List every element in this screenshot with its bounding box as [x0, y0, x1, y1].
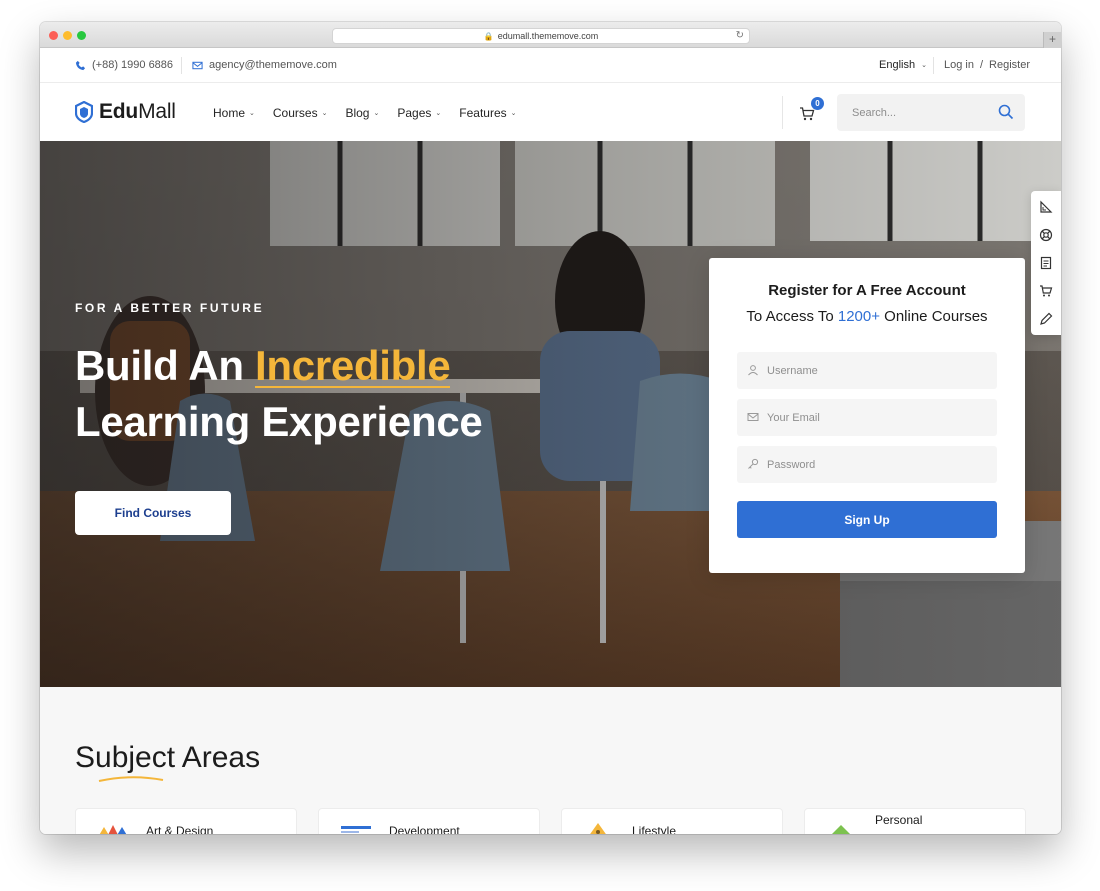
- cart-button[interactable]: 0: [799, 97, 824, 124]
- mail-icon: [192, 61, 203, 69]
- minimize-window-button[interactable]: [63, 31, 72, 40]
- register-title: Register for A Free Account: [768, 282, 966, 299]
- cart-count-badge: 0: [811, 97, 824, 110]
- find-courses-button[interactable]: Find Courses: [75, 491, 231, 535]
- document-icon[interactable]: [1039, 256, 1053, 270]
- nav-item-features[interactable]: Features ⌄: [459, 106, 516, 120]
- logo-shield-icon: [75, 101, 93, 123]
- art-design-icon: [99, 825, 127, 834]
- nav-label: Home: [213, 106, 246, 120]
- main-nav: Home ⌄ Courses ⌄ Blog ⌄ Pages ⌄ Features ⌄: [213, 106, 517, 120]
- sign-up-button[interactable]: Sign Up: [737, 501, 997, 538]
- subject-card-development[interactable]: Development: [318, 808, 540, 834]
- title-underline-decoration: [98, 776, 164, 782]
- nav-item-blog[interactable]: Blog ⌄: [345, 106, 379, 120]
- maximize-window-button[interactable]: [77, 31, 86, 40]
- subject-card-label: Art & Design: [146, 824, 214, 834]
- headline-accent: Incredible: [255, 342, 451, 389]
- subject-card-label: Lifestyle: [632, 824, 677, 834]
- nav-item-pages[interactable]: Pages ⌄: [397, 106, 441, 120]
- email-field-wrapper: [737, 399, 997, 436]
- email-input[interactable]: [767, 399, 987, 436]
- personal-icon: [832, 825, 850, 834]
- headline-line2: Learning Experience: [75, 398, 483, 445]
- chevron-down-icon: ⌄: [321, 110, 328, 117]
- browser-chrome: 🔒 edumall.thememove.com ↻ +: [40, 22, 1061, 48]
- close-window-button[interactable]: [49, 31, 58, 40]
- password-input[interactable]: [767, 446, 987, 483]
- register-link[interactable]: Register: [989, 59, 1030, 71]
- username-field-wrapper: [737, 352, 997, 389]
- nav-label: Features: [459, 106, 507, 120]
- subject-card-art-design[interactable]: Art & Design: [75, 808, 297, 834]
- subtitle-after: Online Courses: [880, 308, 988, 325]
- nav-label: Pages: [397, 106, 432, 120]
- pen-icon[interactable]: [1039, 312, 1053, 326]
- top-bar: (+88) 1990 6886 agency@thememove.com Eng…: [40, 49, 1061, 83]
- side-toolbar: [1031, 191, 1061, 335]
- divider: [181, 57, 182, 74]
- lifebuoy-icon[interactable]: [1039, 228, 1053, 242]
- nav-label: Courses: [272, 106, 318, 120]
- search-box: [837, 94, 1025, 131]
- subject-card-personal[interactable]: Personal: [804, 808, 1026, 834]
- hero-headline: Build An Incredible Learning Experience: [75, 338, 483, 450]
- site-logo[interactable]: EduMall: [75, 100, 176, 124]
- headline-part1: Build An: [75, 342, 256, 389]
- chevron-down-icon: ⌄: [373, 110, 380, 117]
- subject-areas-section: Subject Areas Art & Design Development L…: [40, 687, 1061, 834]
- user-icon: [748, 365, 758, 376]
- nav-item-courses[interactable]: Courses ⌄: [273, 106, 328, 120]
- divider: [933, 57, 934, 74]
- address-bar-url: edumall.thememove.com: [497, 31, 599, 41]
- auth-separator: /: [979, 59, 984, 71]
- language-selector[interactable]: English ⌄: [879, 59, 927, 71]
- hero-eyebrow: FOR A BETTER FUTURE: [75, 301, 265, 315]
- hero-section: FOR A BETTER FUTURE Build An Incredible …: [40, 141, 1061, 687]
- register-card: Register for A Free Account To Access To…: [709, 258, 1025, 573]
- logo-wordmark: EduMall: [99, 100, 176, 124]
- subject-card-lifestyle[interactable]: Lifestyle: [561, 808, 783, 834]
- password-field-wrapper: [737, 446, 997, 483]
- lifestyle-icon: [590, 823, 606, 834]
- course-count: 1200+: [837, 308, 880, 325]
- section-title: Subject Areas: [75, 741, 261, 774]
- development-icon: [341, 826, 371, 833]
- subtitle-before: To Access To: [746, 308, 838, 325]
- phone-contact[interactable]: (+88) 1990 6886: [75, 59, 173, 71]
- site-header: EduMall Home ⌄ Courses ⌄ Blog ⌄ Pages ⌄ Feat…: [40, 84, 1061, 141]
- nav-item-home[interactable]: Home ⌄: [213, 106, 255, 120]
- phone-number: (+88) 1990 6886: [92, 59, 174, 71]
- email-contact[interactable]: agency@thememove.com: [192, 59, 337, 71]
- email-address: agency@thememove.com: [209, 59, 337, 71]
- username-input[interactable]: [767, 352, 987, 389]
- subject-card-label: Personal: [875, 813, 923, 827]
- divider: [782, 96, 783, 129]
- chevron-down-icon: ⌄: [435, 110, 442, 117]
- language-label: English: [879, 59, 916, 71]
- search-input[interactable]: [837, 94, 987, 131]
- ruler-icon[interactable]: [1039, 200, 1053, 214]
- logo-bold-part: Edu: [99, 100, 139, 123]
- chevron-down-icon: ⌄: [510, 110, 517, 117]
- logo-light-part: Mall: [138, 100, 176, 123]
- auth-links: Log in / Register: [944, 59, 1030, 71]
- phone-icon: [75, 60, 86, 70]
- mail-icon: [747, 413, 759, 421]
- address-bar[interactable]: 🔒 edumall.thememove.com ↻: [332, 28, 750, 44]
- register-subtitle: To Access To 1200+ Online Courses: [709, 308, 1025, 325]
- chevron-down-icon: ⌄: [921, 62, 927, 69]
- browser-window: 🔒 edumall.thememove.com ↻ + (+88) 1990 6…: [40, 22, 1061, 834]
- cart-icon[interactable]: [1039, 284, 1053, 298]
- chevron-down-icon: ⌄: [249, 110, 255, 117]
- reload-icon[interactable]: ↻: [736, 30, 744, 41]
- login-link[interactable]: Log in: [944, 59, 974, 71]
- nav-label: Blog: [345, 106, 370, 120]
- search-icon[interactable]: [998, 104, 1014, 120]
- lock-icon: 🔒: [483, 31, 494, 41]
- key-icon: [748, 458, 759, 469]
- new-tab-button[interactable]: +: [1043, 32, 1061, 48]
- subject-card-label: Development: [389, 824, 460, 834]
